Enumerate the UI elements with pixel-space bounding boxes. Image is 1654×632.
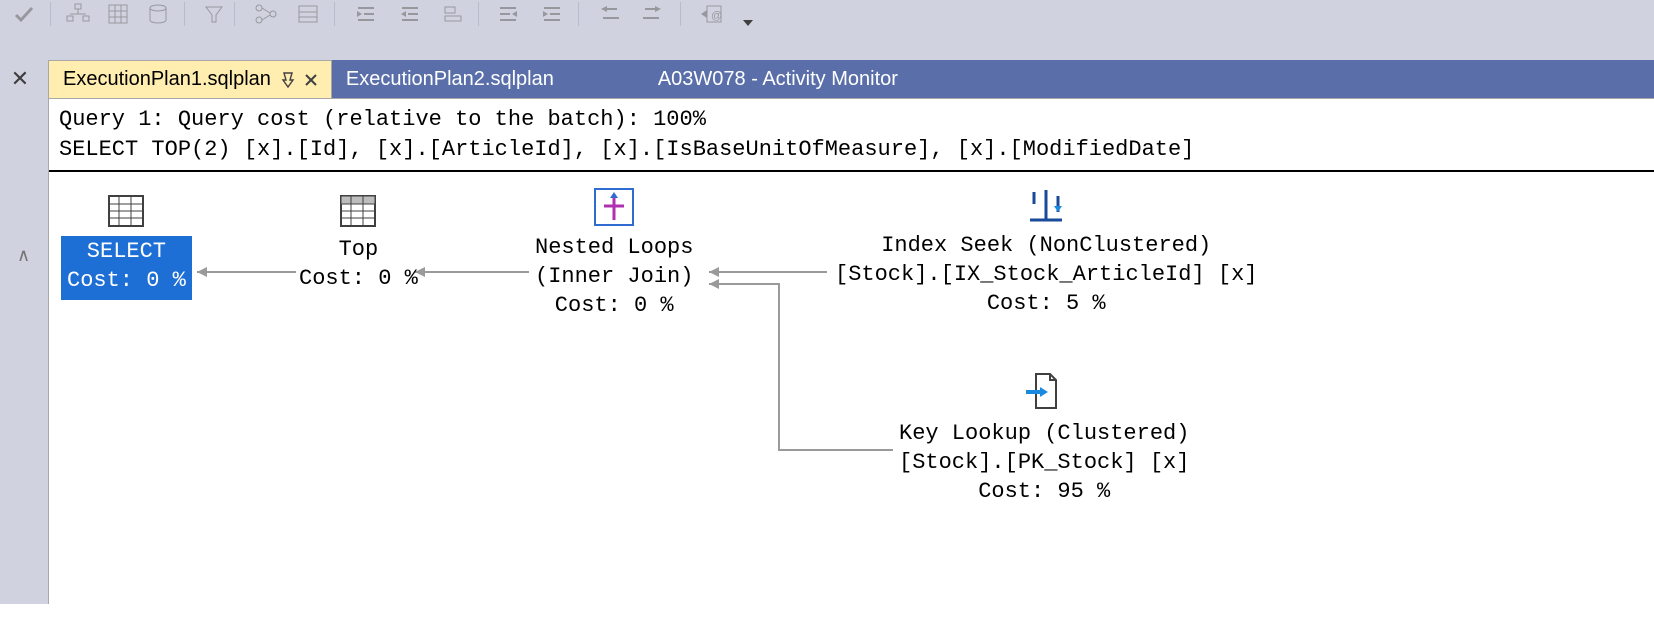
tabbar: ExecutionPlan1.sqlplan ExecutionPlan2.sq… (48, 60, 1654, 98)
list-indent-right-icon[interactable] (490, 0, 526, 28)
node-object: [Stock].[IX_Stock_ArticleId] [x] (835, 261, 1257, 290)
tab-label: ExecutionPlan2.sqlplan (346, 68, 554, 91)
node-object: [Stock].[PK_Stock] [x] (899, 449, 1189, 478)
document-frame: ✕ ExecutionPlan1.sqlplan ExecutionPlan2.… (0, 48, 1654, 604)
execution-plan-diagram: SELECT Cost: 0 % Top Cost: 0 % Nested Lo… (49, 172, 1654, 632)
node-cost: Cost: 0 % (535, 292, 693, 321)
filter-icon[interactable] (196, 0, 232, 28)
insert-param-icon[interactable]: @ (694, 0, 730, 28)
shift-right-icon[interactable] (636, 0, 672, 28)
table-icon[interactable] (290, 0, 326, 28)
node-title: Top (299, 236, 418, 265)
plan-node-top[interactable]: Top Cost: 0 % (299, 192, 418, 293)
close-icon[interactable] (305, 74, 317, 86)
node-title: SELECT (67, 238, 186, 267)
node-cost: Cost: 0 % (67, 267, 186, 296)
tab-label: ExecutionPlan1.sqlplan (63, 68, 271, 91)
key-lookup-icon (899, 370, 1189, 414)
list-indent-left-icon[interactable] (534, 0, 570, 28)
svg-text:@: @ (711, 10, 722, 22)
query-header: Query 1: Query cost (relative to the bat… (49, 99, 1654, 172)
indent-icon[interactable] (392, 0, 428, 28)
node-title: Key Lookup (Clustered) (899, 420, 1189, 449)
shift-left-icon[interactable] (592, 0, 628, 28)
nested-loops-icon (535, 186, 693, 228)
checkmark-icon[interactable] (6, 0, 42, 28)
node-title: Index Seek (NonClustered) (835, 232, 1257, 261)
query-cost-line: Query 1: Query cost (relative to the bat… (59, 105, 1644, 135)
scroll-up-caret-icon[interactable]: ∧ (17, 245, 30, 266)
outdent-icon[interactable] (348, 0, 384, 28)
hierarchy-icon[interactable] (60, 0, 96, 28)
tab-executionplan1[interactable]: ExecutionPlan1.sqlplan (48, 60, 332, 98)
tab-executionplan2[interactable]: ExecutionPlan2.sqlplan (332, 60, 568, 98)
pane-close-button[interactable]: ✕ (10, 66, 30, 92)
pin-icon[interactable] (281, 72, 295, 88)
index-seek-icon (835, 186, 1257, 226)
toolbar: @ (0, 0, 1654, 49)
query-sql-line: SELECT TOP(2) [x].[Id], [x].[ArticleId],… (59, 135, 1644, 165)
node-cost: Cost: 95 % (899, 478, 1189, 507)
tab-label: A03W078 - Activity Monitor (658, 68, 898, 91)
node-cost: Cost: 0 % (299, 265, 418, 294)
grid-icon[interactable] (100, 0, 136, 28)
node-cost: Cost: 5 % (835, 290, 1257, 319)
node-title: Nested Loops (535, 234, 693, 263)
plan-node-index-seek[interactable]: Index Seek (NonClustered) [Stock].[IX_St… (835, 186, 1257, 318)
align-left-icon[interactable] (436, 0, 472, 28)
db-icon[interactable] (140, 0, 176, 28)
tree-icon[interactable] (248, 0, 284, 28)
plan-canvas: Query 1: Query cost (relative to the bat… (48, 98, 1654, 604)
select-result-icon (61, 192, 192, 230)
plan-node-key-lookup[interactable]: Key Lookup (Clustered) [Stock].[PK_Stock… (899, 370, 1189, 506)
table-icon (299, 192, 418, 230)
node-sub: (Inner Join) (535, 263, 693, 292)
dropdown-caret-icon[interactable] (742, 16, 754, 28)
plan-node-select[interactable]: SELECT Cost: 0 % (61, 192, 192, 299)
plan-node-nested-loops[interactable]: Nested Loops (Inner Join) Cost: 0 % (535, 186, 693, 320)
tab-activity-monitor[interactable]: A03W078 - Activity Monitor (568, 60, 932, 98)
